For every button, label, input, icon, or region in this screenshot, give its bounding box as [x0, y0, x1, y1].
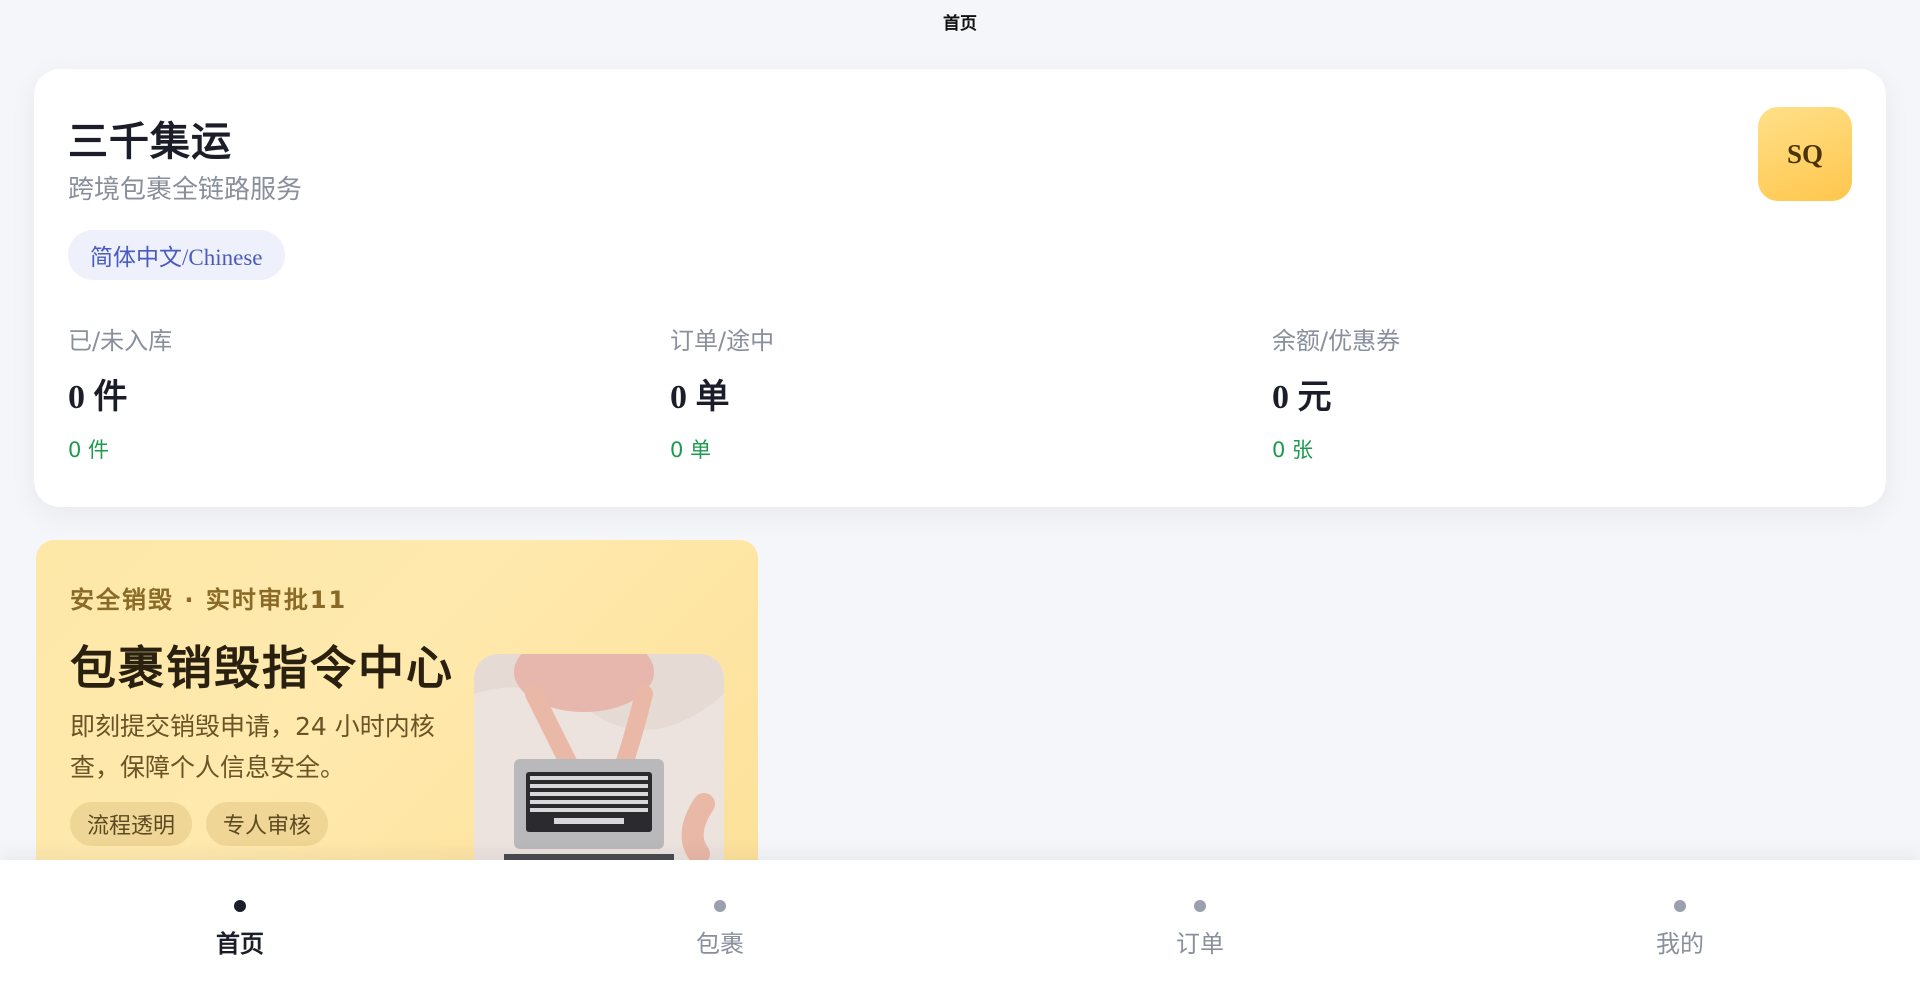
tab-packages[interactable]: 包裹: [480, 860, 960, 993]
stat-warehouse[interactable]: 已/未入库 0 件 0 件: [68, 321, 670, 464]
tab-dot-icon: [1674, 900, 1686, 912]
stat-balance[interactable]: 余额/优惠券 0 元 0 张: [1272, 321, 1874, 464]
laptop-illustration: [474, 654, 724, 860]
tab-dot-icon: [1194, 900, 1206, 912]
stat-label: 已/未入库: [68, 327, 173, 355]
stat-label: 余额/优惠券: [1272, 327, 1401, 355]
page-title: 首页: [943, 13, 977, 34]
stat-subvalue: 0 件: [68, 438, 110, 462]
top-bar: 首页: [0, 0, 1920, 42]
bottom-tab-bar: 首页 包裹 订单 我的: [0, 860, 1920, 993]
promo-tags: 流程透明 专人审核: [70, 802, 329, 846]
promo-title: 包裹销毁指令中心: [70, 641, 454, 695]
tab-label: 包裹: [696, 930, 744, 958]
tab-dot-icon: [234, 900, 246, 912]
language-switch-button[interactable]: 简体中文/Chinese: [68, 230, 285, 280]
stat-value: 0 单: [670, 379, 730, 416]
avatar[interactable]: SQ: [1758, 107, 1852, 201]
stat-subvalue: 0 张: [1272, 438, 1314, 462]
tab-label: 首页: [216, 930, 264, 958]
stat-value: 0 元: [1272, 379, 1332, 416]
laptop-photo: [474, 654, 724, 860]
tab-label: 我的: [1656, 930, 1704, 958]
account-summary-card: 三千集运 跨境包裹全链路服务 简体中文/Chinese SQ 已/未入库 0 件…: [34, 69, 1886, 507]
stats-row: 已/未入库 0 件 0 件 订单/途中 0 单 0 单 余额/优惠券 0 元 0…: [68, 321, 1878, 464]
tab-dot-icon: [714, 900, 726, 912]
promo-tag: 专人审核: [206, 802, 329, 846]
promo-tag: 流程透明: [70, 802, 193, 846]
tab-label: 订单: [1176, 930, 1224, 958]
stat-label: 订单/途中: [670, 327, 775, 355]
tab-profile[interactable]: 我的: [1440, 860, 1920, 993]
promo-description: 即刻提交销毁申请，24 小时内核查，保障个人信息安全。: [70, 712, 435, 782]
stat-orders[interactable]: 订单/途中 0 单 0 单: [670, 321, 1272, 464]
stat-value: 0 件: [68, 379, 128, 416]
brand-subtitle: 跨境包裹全链路服务: [68, 175, 303, 205]
promo-kicker: 安全销毁 · 实时审批11: [70, 586, 348, 614]
tab-orders[interactable]: 订单: [960, 860, 1440, 993]
tab-home[interactable]: 首页: [0, 860, 480, 993]
stat-subvalue: 0 单: [670, 438, 712, 462]
brand-title: 三千集运: [68, 119, 232, 165]
destruction-promo-banner[interactable]: 安全销毁 · 实时审批11 包裹销毁指令中心 即刻提交销毁申请，24 小时内核查…: [36, 540, 758, 860]
